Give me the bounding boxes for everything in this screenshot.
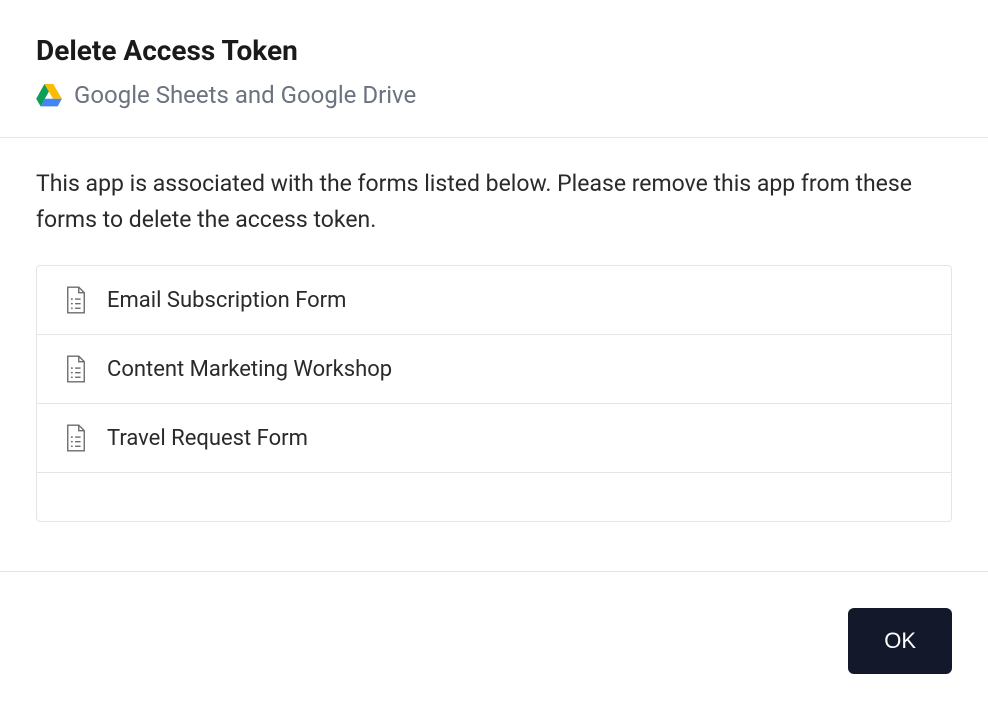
empty-row [37, 473, 951, 521]
dialog-subtitle-row: Google Sheets and Google Drive [36, 81, 952, 109]
google-drive-icon [36, 84, 62, 107]
dialog-body: This app is associated with the forms li… [0, 138, 988, 571]
form-icon [65, 286, 87, 314]
form-name: Email Subscription Form [107, 288, 346, 313]
list-item: Content Marketing Workshop [37, 335, 951, 404]
dialog-instruction: This app is associated with the forms li… [36, 166, 952, 237]
list-item: Travel Request Form [37, 404, 951, 473]
dialog-header: Delete Access Token Google Sheets and Go… [0, 0, 988, 138]
ok-button[interactable]: OK [848, 608, 952, 674]
forms-list: Email Subscription Form Content Marketin… [36, 265, 952, 522]
list-item: Email Subscription Form [37, 266, 951, 335]
form-name: Content Marketing Workshop [107, 357, 392, 382]
dialog-title: Delete Access Token [36, 34, 952, 67]
dialog-footer: OK [0, 571, 988, 710]
form-name: Travel Request Form [107, 426, 308, 451]
form-icon [65, 424, 87, 452]
form-icon [65, 355, 87, 383]
dialog-subtitle: Google Sheets and Google Drive [74, 81, 416, 109]
